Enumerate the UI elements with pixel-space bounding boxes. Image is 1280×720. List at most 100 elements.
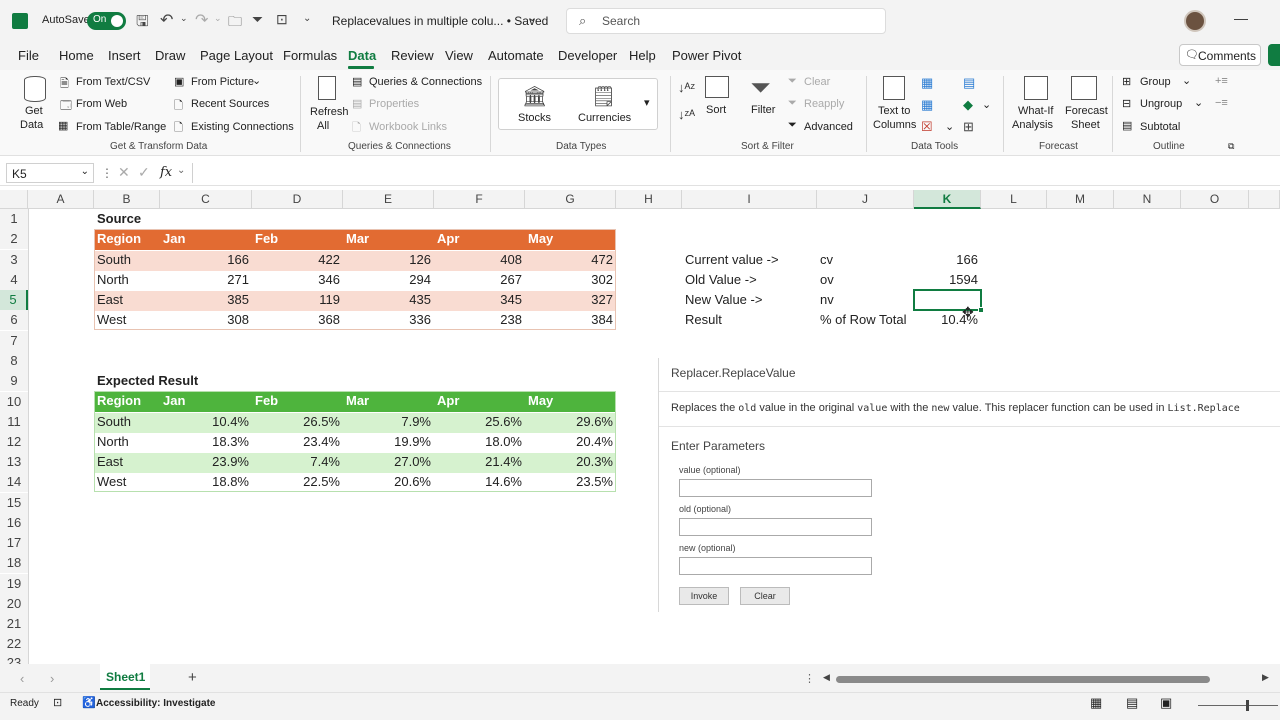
row-header[interactable]: 10 bbox=[0, 392, 28, 412]
row-header[interactable]: 7 bbox=[0, 331, 28, 351]
column-header[interactable]: E bbox=[343, 190, 434, 209]
source-cell[interactable]: 294 bbox=[343, 270, 434, 290]
row-header[interactable]: 12 bbox=[0, 432, 28, 452]
source-cell[interactable]: 238 bbox=[434, 310, 525, 330]
column-header[interactable]: O bbox=[1181, 190, 1249, 209]
row-header[interactable]: 16 bbox=[0, 513, 28, 533]
menu-help[interactable]: Help bbox=[629, 48, 656, 63]
menu-insert[interactable]: Insert bbox=[108, 48, 141, 63]
source-cell[interactable]: 435 bbox=[343, 290, 434, 310]
select-all-corner[interactable] bbox=[0, 190, 28, 209]
source-cell[interactable]: 119 bbox=[252, 290, 343, 310]
sheet-tab-sheet1[interactable]: Sheet1 bbox=[100, 664, 150, 690]
filter-button[interactable]: ⏷ Filter bbox=[746, 72, 780, 124]
row-header[interactable]: 22 bbox=[0, 634, 28, 654]
from-picture-button[interactable]: From Picture bbox=[191, 76, 254, 88]
column-header[interactable]: I bbox=[682, 190, 817, 209]
expected-cell[interactable]: 23.9% bbox=[160, 452, 252, 472]
expected-cell[interactable]: North bbox=[94, 432, 132, 452]
source-cell[interactable]: West bbox=[94, 310, 129, 330]
expected-cell[interactable]: 26.5% bbox=[252, 412, 343, 432]
data-model-dropdown-icon[interactable]: ⌄ bbox=[982, 98, 991, 111]
old-param-input[interactable] bbox=[679, 518, 872, 536]
source-header-cell[interactable]: Mar bbox=[343, 229, 372, 249]
menu-draw[interactable]: Draw bbox=[155, 48, 185, 63]
source-cell[interactable]: 267 bbox=[434, 270, 525, 290]
menu-automate[interactable]: Automate bbox=[488, 48, 544, 63]
name-box[interactable]: K5 ⌄ bbox=[6, 163, 94, 183]
expected-cell[interactable]: 7.4% bbox=[252, 452, 343, 472]
advanced-button[interactable]: Advanced bbox=[804, 121, 853, 133]
autosave-toggle[interactable]: On bbox=[87, 12, 126, 30]
row-header[interactable]: 4 bbox=[0, 270, 28, 290]
expected-header-cell[interactable]: Mar bbox=[343, 391, 372, 411]
expected-cell[interactable]: 18.0% bbox=[434, 432, 525, 452]
source-cell[interactable]: 336 bbox=[343, 310, 434, 330]
param-value[interactable]: 166 bbox=[914, 250, 981, 270]
save-icon[interactable]: 🖫 bbox=[136, 11, 149, 36]
source-title[interactable]: Source bbox=[94, 209, 144, 229]
remove-duplicates-icon[interactable]: ▦ bbox=[921, 97, 933, 113]
page-layout-view-icon[interactable]: ▤ bbox=[1126, 695, 1138, 711]
document-title[interactable]: Replacevalues in multiple colu... • Save… bbox=[332, 14, 548, 28]
row-header[interactable]: 14 bbox=[0, 472, 28, 492]
source-cell[interactable]: 271 bbox=[160, 270, 252, 290]
row-header[interactable]: 17 bbox=[0, 533, 28, 553]
forecast-sheet-button[interactable]: Forecast Sheet bbox=[1062, 74, 1108, 134]
source-cell[interactable]: 368 bbox=[252, 310, 343, 330]
column-header[interactable]: M bbox=[1047, 190, 1114, 209]
expected-header-cell[interactable]: Jan bbox=[160, 391, 188, 411]
name-box-dropdown-icon[interactable]: ⌄ bbox=[81, 166, 89, 177]
undo-dropdown-icon[interactable]: ⌄ bbox=[180, 13, 188, 24]
new-param-input[interactable] bbox=[679, 557, 872, 575]
column-header-selected[interactable]: K bbox=[914, 190, 981, 209]
clear-button[interactable]: Clear bbox=[804, 76, 830, 88]
normal-view-icon[interactable]: ▦ bbox=[1090, 695, 1102, 711]
expected-cell[interactable]: 19.9% bbox=[343, 432, 434, 452]
source-cell[interactable]: 308 bbox=[160, 310, 252, 330]
data-validation-dropdown-icon[interactable]: ⌄ bbox=[945, 120, 954, 133]
ungroup-button[interactable]: Ungroup bbox=[1140, 98, 1182, 110]
expected-header-cell[interactable]: Feb bbox=[252, 391, 281, 411]
column-header[interactable]: J bbox=[817, 190, 914, 209]
sort-az-icon[interactable]: ↓ᴬᶻ bbox=[678, 80, 695, 95]
accessibility-icon[interactable]: ♿ bbox=[82, 696, 96, 709]
tab-split-icon[interactable]: ⋮ bbox=[804, 672, 815, 685]
from-web-button[interactable]: From Web bbox=[76, 98, 127, 110]
row-header[interactable]: 20 bbox=[0, 594, 28, 614]
source-cell[interactable]: 385 bbox=[160, 290, 252, 310]
page-break-view-icon[interactable]: ▣ bbox=[1160, 695, 1172, 711]
source-header-cell[interactable]: Region bbox=[94, 229, 144, 249]
manage-model-icon[interactable]: ⊞ bbox=[963, 119, 974, 135]
source-cell[interactable]: 345 bbox=[434, 290, 525, 310]
source-cell[interactable]: 472 bbox=[525, 250, 616, 270]
menu-power-pivot[interactable]: Power Pivot bbox=[672, 48, 741, 63]
subtotal-button[interactable]: Subtotal bbox=[1140, 121, 1180, 133]
expected-cell[interactable]: 25.6% bbox=[434, 412, 525, 432]
column-header[interactable]: L bbox=[981, 190, 1047, 209]
column-header[interactable] bbox=[1249, 190, 1280, 209]
param-code[interactable]: nv bbox=[817, 290, 837, 310]
data-validation-icon[interactable]: ☒ bbox=[921, 119, 933, 135]
source-cell[interactable]: 126 bbox=[343, 250, 434, 270]
expected-cell[interactable]: 18.8% bbox=[160, 472, 252, 492]
column-header[interactable]: N bbox=[1114, 190, 1181, 209]
menu-formulas[interactable]: Formulas bbox=[283, 48, 337, 63]
menu-file[interactable]: File bbox=[18, 48, 39, 63]
menu-data[interactable]: Data bbox=[348, 48, 376, 63]
ungroup-dropdown-icon[interactable]: ⌄ bbox=[1194, 96, 1203, 109]
hide-detail-icon[interactable]: −≡ bbox=[1215, 97, 1228, 109]
formula-bar-more-icon[interactable]: ⋮ bbox=[101, 166, 113, 180]
column-header[interactable]: C bbox=[160, 190, 252, 209]
existing-connections-button[interactable]: Existing Connections bbox=[191, 121, 294, 133]
param-code[interactable]: ov bbox=[817, 270, 837, 290]
column-header[interactable]: B bbox=[94, 190, 160, 209]
column-header[interactable]: F bbox=[434, 190, 525, 209]
expected-cell[interactable]: 20.4% bbox=[525, 432, 616, 452]
scroll-right-icon[interactable]: ▶ bbox=[1262, 672, 1269, 683]
text-to-columns-button[interactable]: Text to Columns bbox=[872, 74, 918, 134]
param-label[interactable]: Old Value -> bbox=[682, 270, 760, 290]
row-header[interactable]: 1 bbox=[0, 209, 28, 229]
value-param-input[interactable] bbox=[679, 479, 872, 497]
expected-cell[interactable]: 21.4% bbox=[434, 452, 525, 472]
